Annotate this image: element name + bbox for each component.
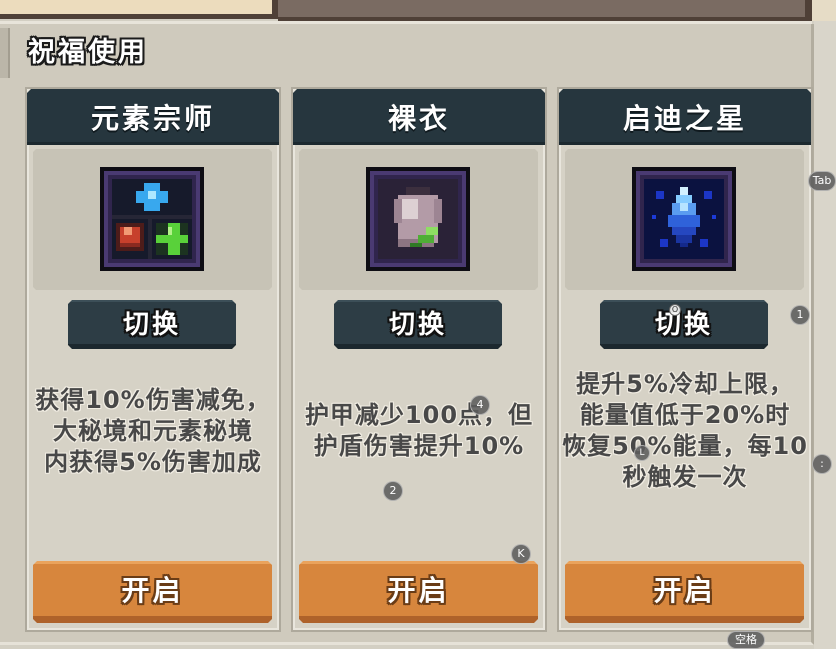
hotkey-hint-o: O — [669, 304, 681, 316]
description-line: 恢复50%能量，每10 — [562, 432, 808, 460]
activate-button-label: 开启 — [387, 574, 450, 607]
blessing-icon-slot — [565, 149, 804, 290]
card-header: 裸衣 — [293, 89, 545, 145]
card-header: 启迪之星 — [559, 89, 811, 145]
hotkey-hint-space: 空格 — [727, 631, 765, 649]
activate-button[interactable]: 开启 — [565, 561, 804, 623]
switch-button-label: 切换 — [122, 310, 181, 340]
blessing-description: 提升5%冷却上限， 能量值低于20%时 恢复50%能量，每10 秒触发一次 — [559, 351, 811, 511]
description-line: 能量值低于20%时 — [579, 401, 791, 429]
blessing-name: 元素宗师 — [90, 102, 215, 135]
top-tab-left — [0, 0, 278, 19]
switch-button[interactable]: 切换 — [600, 300, 768, 349]
top-bar — [278, 0, 812, 21]
description-line: 提升5%冷却上限， — [576, 370, 794, 398]
blessing-description: 获得10%伤害减免， 大秘境和元素秘境 内获得5%伤害加成 — [27, 351, 279, 511]
activate-button[interactable]: 开启 — [33, 561, 272, 623]
blessing-icon-slot — [33, 149, 272, 290]
hotkey-hint-k: K — [511, 544, 531, 564]
description-line: 护甲减少100点，但 — [304, 401, 534, 429]
activate-button-label: 开启 — [121, 574, 184, 607]
switch-button-label: 切换 — [654, 310, 713, 340]
blessing-name: 裸衣 — [387, 102, 450, 135]
switch-button[interactable]: 切换 — [68, 300, 236, 349]
enlightenment-crystal-icon — [632, 167, 736, 271]
blessing-card-3: 启迪之星 切换 提升5%冷却上限， 能量值低于20%时 恢复50%能量，每10 … — [557, 87, 813, 632]
panel-title: 祝福使用 — [28, 37, 148, 68]
card-header: 元素宗师 — [27, 89, 279, 145]
switch-button-label: 切换 — [388, 310, 447, 340]
side-tab — [0, 28, 10, 78]
hotkey-hint-l: L — [634, 445, 650, 461]
hotkey-hint-colon: : — [812, 454, 832, 474]
panel-right-edge — [814, 21, 836, 649]
description-line: 内获得5%伤害加成 — [44, 447, 262, 476]
description-line: 护盾伤害提升10% — [313, 432, 525, 460]
blessing-card-1: 元素宗师 切换 获得10%伤害减免， 大秘境和元素秘境 内获得5%伤害加成 开启 — [25, 87, 281, 632]
hotkey-hint-tab: Tab — [808, 171, 836, 191]
blessing-description: 护甲减少100点，但 护盾伤害提升10% — [293, 351, 545, 511]
top-corner — [812, 0, 836, 21]
hotkey-hint-4: 4 — [470, 395, 490, 415]
hotkey-hint-2: 2 — [383, 481, 403, 501]
activate-button-label: 开启 — [653, 574, 716, 607]
description-line: 获得10%伤害减免， — [35, 385, 271, 414]
activate-button[interactable]: 开启 — [299, 561, 538, 623]
description-line: 秒触发一次 — [622, 463, 748, 491]
switch-button[interactable]: 切换 — [334, 300, 502, 349]
blessing-card-2: 裸衣 切换 护甲减少100点，但 护盾伤害提升10% 开启 — [291, 87, 547, 632]
hotkey-hint-1: 1 — [790, 305, 810, 325]
elemental-gems-icon — [100, 167, 204, 271]
blessing-name: 启迪之星 — [622, 102, 747, 135]
description-line: 大秘境和元素秘境 — [53, 416, 253, 445]
blessing-icon-slot — [299, 149, 538, 290]
bare-robe-icon — [366, 167, 470, 271]
